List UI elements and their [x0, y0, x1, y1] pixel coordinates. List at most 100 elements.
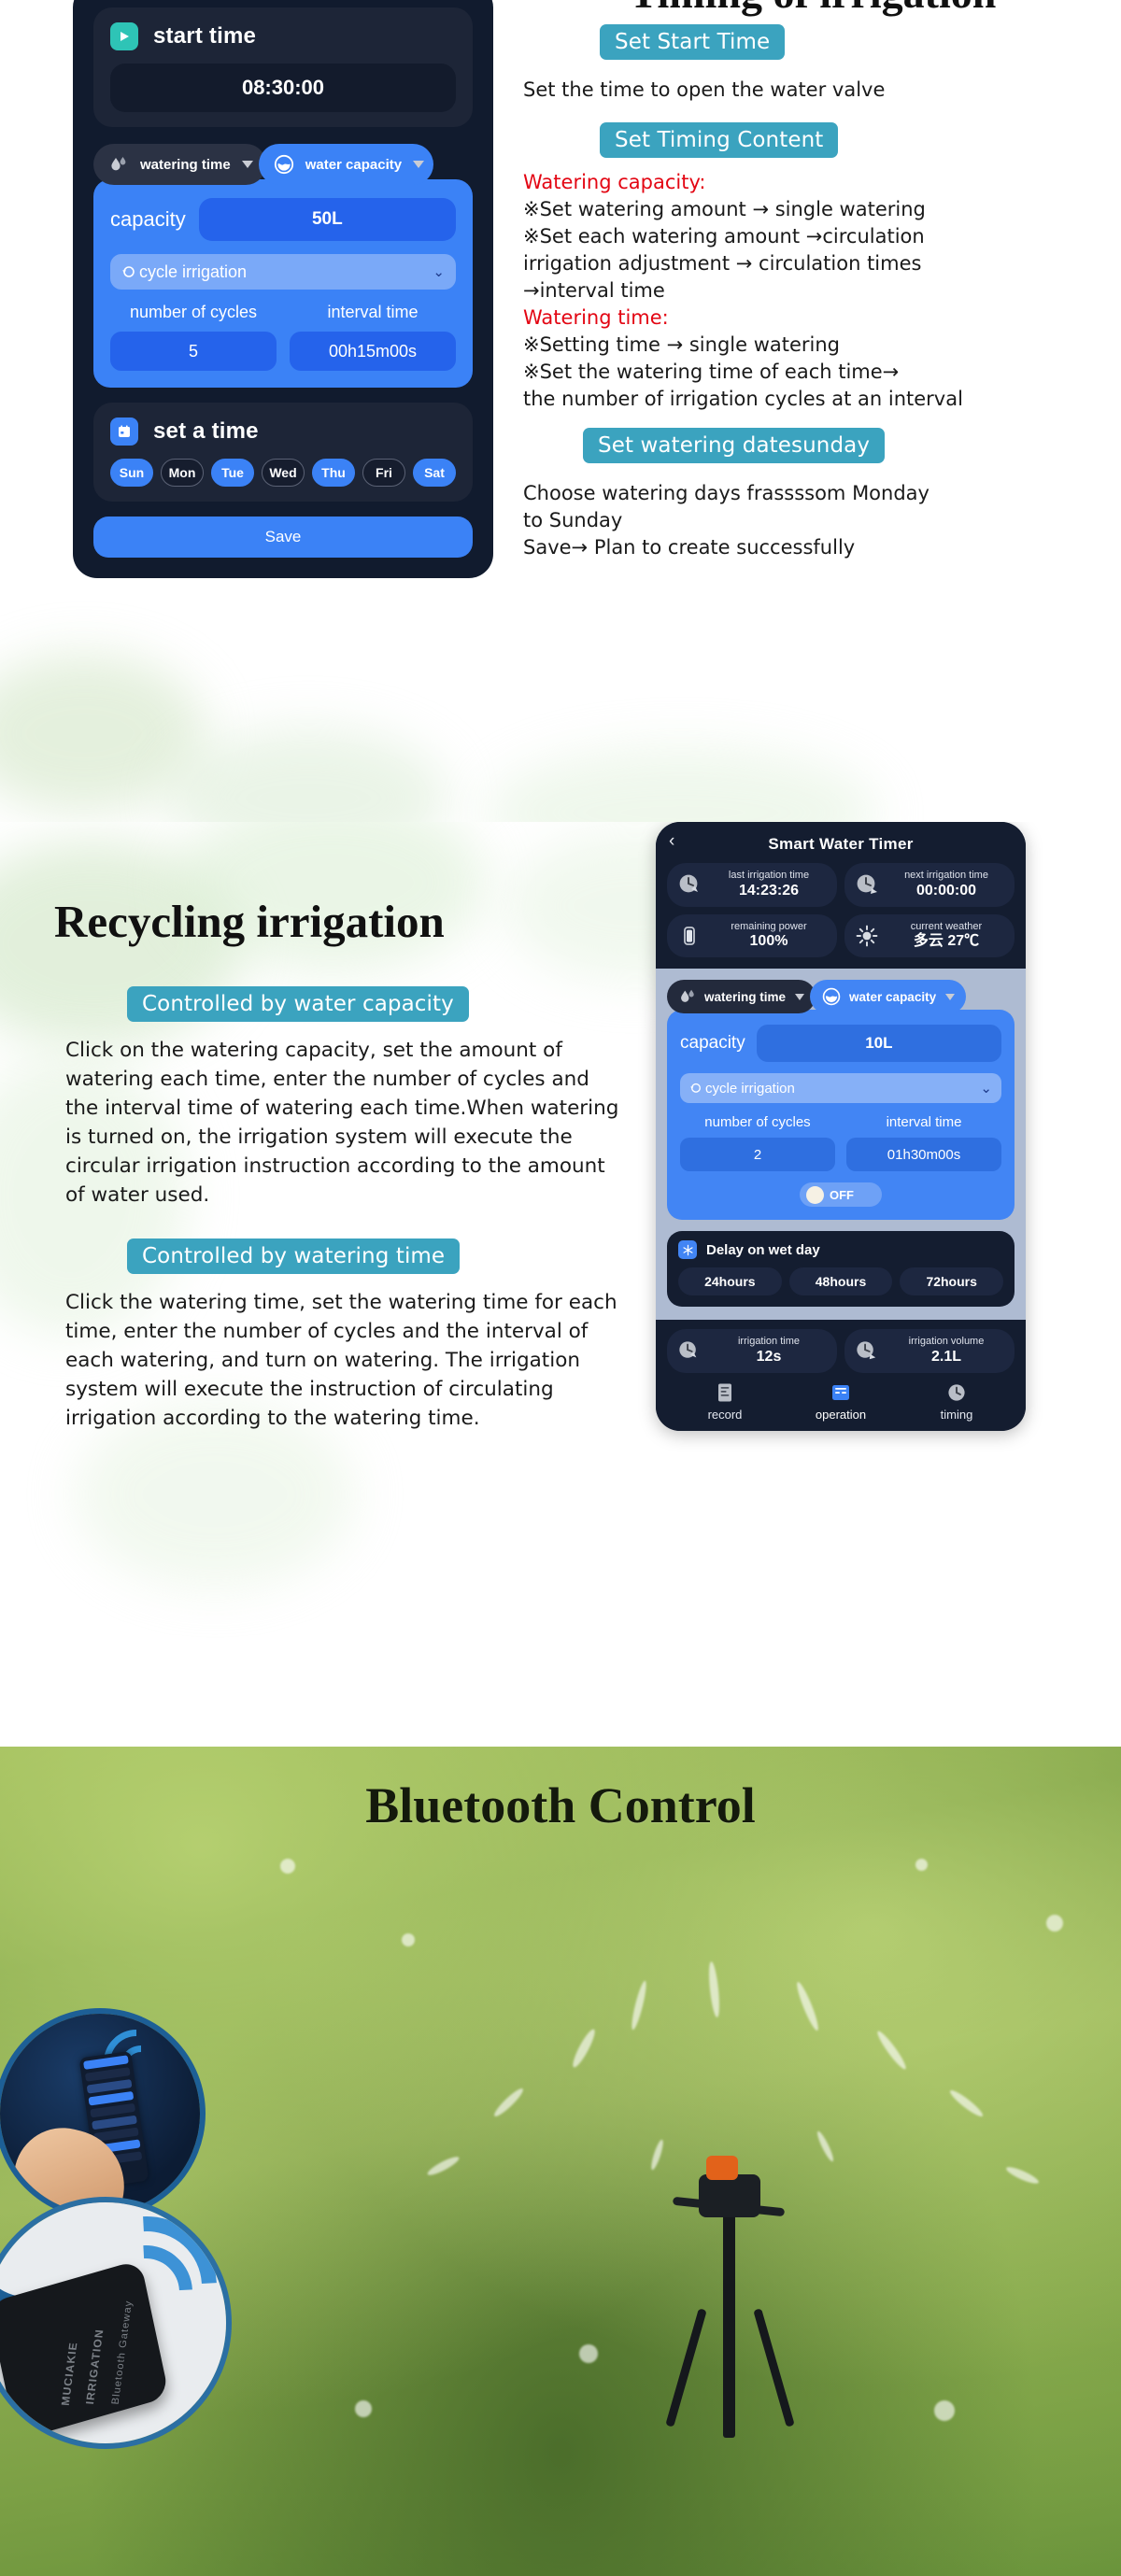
nav-item-label: record	[707, 1407, 743, 1422]
stat-key: current weather	[910, 920, 983, 932]
delay-option-48h[interactable]: 48hours	[788, 1267, 893, 1296]
stat-key: irrigation time	[737, 1336, 801, 1348]
status-grid: last irrigation time 14:23:26 next irrig…	[667, 863, 1015, 958]
cycle-icon	[689, 1081, 702, 1097]
back-chevron-icon[interactable]: ‹	[669, 831, 674, 852]
day-thu[interactable]: Thu	[312, 459, 355, 487]
stat-key: irrigation volume	[908, 1336, 985, 1348]
tab-watering-time[interactable]: watering time	[93, 144, 266, 185]
save-button[interactable]: Save	[93, 517, 473, 558]
footer-status-grid: irrigation time 12s irrigation volume 2.…	[667, 1329, 1015, 1373]
cycles-group: number of cycles 2	[680, 1114, 835, 1172]
watering-toggle[interactable]: OFF	[800, 1182, 882, 1208]
toggle-knob	[806, 1185, 824, 1204]
capacity-row: capacity 50L	[110, 198, 456, 241]
phone-main-body: watering time water capacity capacity 10…	[656, 969, 1026, 1321]
irrigation-mode-select[interactable]: cycle irrigation ⌄	[680, 1073, 1001, 1104]
chip-controlled-by-water-capacity: Controlled by water capacity	[127, 986, 469, 1022]
text-set-start-time: Set the time to open the water valve	[523, 78, 886, 101]
water-drops-icon	[678, 987, 697, 1006]
text-capacity-line-3: irrigation adjustment → circulation time…	[523, 251, 922, 275]
stat-key: remaining power	[731, 920, 807, 932]
timing-of-irrigation-section: Timing of irrigation start time 08:30:00	[0, 0, 1121, 822]
chevron-down-icon	[795, 993, 805, 1000]
record-icon	[667, 1380, 783, 1405]
cycles-label: number of cycles	[129, 303, 258, 321]
irrigation-mode-label: cycle irrigation	[139, 262, 248, 281]
gateway-brand-line-3: Bluetooth Gateway	[110, 2299, 135, 2405]
timing-phone-panel: start time 08:30:00 watering time water …	[73, 0, 493, 578]
decor-blob	[486, 747, 878, 822]
day-mon[interactable]: Mon	[161, 459, 204, 487]
chevron-down-icon	[945, 993, 956, 1000]
delay-options: 24hours 48hours 72hours	[678, 1267, 1004, 1296]
irrigation-mode-select[interactable]: cycle irrigation ⌄	[110, 254, 456, 290]
stat-value: 100%	[749, 933, 788, 950]
day-tue[interactable]: Tue	[211, 459, 254, 487]
delay-on-wet-day-card: Delay on wet day 24hours 48hours 72hours	[667, 1231, 1015, 1308]
tab-water-capacity[interactable]: water capacity	[810, 980, 967, 1014]
day-sun[interactable]: Sun	[110, 459, 153, 487]
sun-icon	[854, 923, 880, 949]
chevron-down-icon: ⌄	[980, 1081, 992, 1097]
chevron-down-icon	[413, 161, 425, 168]
bluetooth-control-section: Bluetooth Control MUCIAKIE IRRIGATION Bl…	[0, 1747, 1121, 2576]
recycling-text-column: Controlled by water capacity Click on th…	[65, 986, 626, 1433]
stat-next-irrigation-time: next irrigation time 00:00:00	[844, 863, 1015, 907]
clock-icon	[899, 1380, 1015, 1405]
text-choose-days-1: Choose watering days frassssom Monday	[523, 481, 929, 504]
capacity-label: capacity	[110, 207, 186, 231]
interval-input[interactable]: 00h15m00s	[290, 332, 456, 371]
day-sat[interactable]: Sat	[413, 459, 456, 487]
interval-input[interactable]: 01h30m00s	[846, 1138, 1001, 1172]
stat-key: next irrigation time	[904, 870, 988, 881]
phone-header: ‹ Smart Water Timer last irrigation time…	[656, 822, 1026, 970]
toggle-label: OFF	[830, 1187, 854, 1202]
capacity-row: capacity 10L	[680, 1025, 1001, 1063]
decor-blob	[168, 729, 448, 822]
set-a-time-card: set a time Sun Mon Tue Wed Thu Fri Sat	[93, 403, 473, 502]
nav-item-operation[interactable]: operation	[783, 1380, 899, 1422]
stat-value: 14:23:26	[738, 882, 800, 899]
day-fri[interactable]: Fri	[362, 459, 405, 487]
bluetooth-gateway-photo: MUCIAKIE IRRIGATION Bluetooth Gateway	[0, 2197, 232, 2449]
clock-next-icon	[854, 1338, 880, 1365]
delay-option-72h[interactable]: 72hours	[900, 1267, 1004, 1296]
hand-phone-photo	[0, 2008, 206, 2219]
interval-group: interval time 00h15m00s	[290, 303, 456, 371]
tab-water-capacity[interactable]: water capacity	[258, 144, 434, 185]
capacity-input[interactable]: 50L	[198, 198, 456, 241]
text-time-line-2: ※Set the watering time of each time→	[523, 360, 900, 383]
cycles-input[interactable]: 2	[680, 1138, 835, 1172]
water-bowl-icon	[272, 152, 296, 177]
capacity-settings-card: capacity 50L cycle irrigation ⌄ number o…	[93, 179, 473, 388]
clock-back-icon	[676, 871, 702, 898]
day-wed[interactable]: Wed	[262, 459, 305, 487]
cycles-input[interactable]: 5	[110, 332, 277, 371]
tab-water-capacity-label: water capacity	[305, 156, 403, 173]
start-time-value[interactable]: 08:30:00	[110, 64, 456, 112]
nav-item-record[interactable]: record	[667, 1380, 783, 1422]
nav-item-label: operation	[815, 1407, 867, 1422]
interval-group: interval time 01h30m00s	[846, 1114, 1001, 1172]
tab-watering-time-label: watering time	[704, 989, 787, 1004]
clock-back-icon	[676, 1338, 702, 1365]
text-choose-days-2: to Sunday	[523, 508, 623, 531]
gateway-brand-line-2: IRRIGATION	[83, 2328, 106, 2405]
set-a-time-header: set a time	[110, 418, 456, 446]
nav-item-timing[interactable]: timing	[899, 1380, 1015, 1422]
bottom-nav: record operation timing	[667, 1380, 1015, 1422]
capacity-input[interactable]: 10L	[756, 1025, 1001, 1063]
label-watering-capacity: Watering capacity:	[523, 170, 706, 193]
chip-set-timing-content: Set Timing Content	[600, 121, 839, 158]
stat-current-weather: current weather 多云 27℃	[844, 913, 1015, 958]
chevron-down-icon: ⌄	[433, 264, 445, 280]
stat-value: 2.1L	[930, 1348, 961, 1365]
tab-watering-time[interactable]: watering time	[667, 980, 816, 1014]
text-controlled-by-watering-time: Click the watering time, set the waterin…	[65, 1290, 617, 1430]
label-watering-time: Watering time:	[523, 305, 669, 329]
start-time-header: start time	[110, 22, 456, 50]
capacity-settings-card: capacity 10L cycle irrigation ⌄ number o…	[667, 1010, 1015, 1221]
delay-option-24h[interactable]: 24hours	[678, 1267, 782, 1296]
text-capacity-line-2: ※Set each watering amount →circulation	[523, 224, 925, 248]
